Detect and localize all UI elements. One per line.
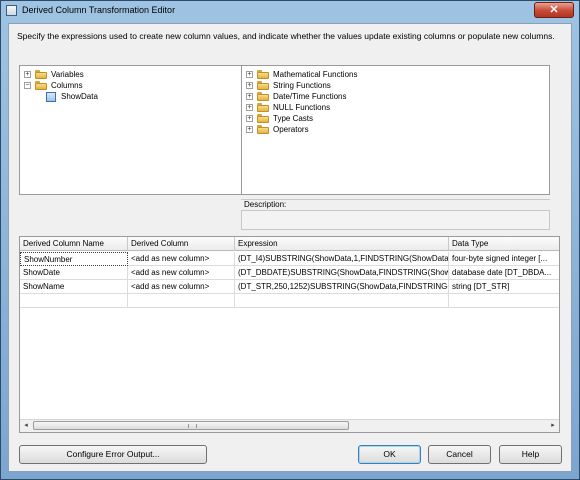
tree-item-label: Variables: [51, 70, 84, 79]
expand-icon[interactable]: +: [24, 71, 31, 78]
column-header-derived-column-name[interactable]: Derived Column Name: [20, 237, 128, 251]
folder-icon: [257, 114, 269, 123]
column-header-derived-column[interactable]: Derived Column: [128, 237, 235, 251]
derived-columns-grid[interactable]: Derived Column Name Derived Column Expre…: [19, 236, 560, 433]
empty-new-row-cell[interactable]: [449, 294, 559, 308]
tree-item-label: ShowData: [61, 92, 98, 101]
expand-icon[interactable]: +: [246, 115, 253, 122]
ok-button[interactable]: OK: [358, 445, 421, 464]
configure-error-output-button[interactable]: Configure Error Output...: [19, 445, 207, 464]
tree-item-label: Mathematical Functions: [273, 70, 358, 79]
folder-icon: [35, 70, 47, 79]
instructions-text: Specify the expressions used to create n…: [17, 31, 555, 41]
grip-icon: [188, 424, 197, 428]
table-cell[interactable]: ShowDate: [20, 266, 128, 280]
description-box: [241, 210, 550, 230]
scroll-right-icon[interactable]: ▸: [547, 421, 559, 431]
dialog-client-area: Specify the expressions used to create n…: [8, 23, 572, 472]
help-button[interactable]: Help: [499, 445, 562, 464]
table-cell[interactable]: <add as new column>: [128, 252, 235, 266]
empty-new-row-cell[interactable]: [20, 294, 128, 308]
scrollbar-thumb[interactable]: [33, 421, 349, 430]
empty-new-row-cell[interactable]: [128, 294, 235, 308]
window-title: Derived Column Transformation Editor: [22, 5, 176, 15]
column-icon: [46, 92, 56, 102]
folder-icon: [35, 81, 47, 90]
collapse-icon[interactable]: −: [24, 82, 31, 89]
expand-icon[interactable]: +: [246, 71, 253, 78]
folder-icon: [257, 92, 269, 101]
horizontal-scrollbar[interactable]: ◂ ▸: [20, 419, 559, 432]
tree-item-label: String Functions: [273, 81, 331, 90]
close-button[interactable]: ✕: [534, 2, 574, 18]
folder-icon: [257, 70, 269, 79]
table-cell[interactable]: ShowName: [20, 280, 128, 294]
table-cell[interactable]: ShowNumber: [20, 252, 128, 266]
expand-icon[interactable]: +: [246, 104, 253, 111]
title-bar[interactable]: Derived Column Transformation Editor ✕: [1, 1, 579, 21]
functions-tree[interactable]: + Mathematical Functions + String Functi…: [241, 65, 550, 195]
tree-item-label: Columns: [51, 81, 83, 90]
tree-item-label: Date/Time Functions: [273, 92, 347, 101]
table-cell[interactable]: (DT_DBDATE)SUBSTRING(ShowData,FINDSTRING…: [235, 266, 449, 280]
table-cell[interactable]: <add as new column>: [128, 266, 235, 280]
folder-icon: [257, 125, 269, 134]
expand-icon[interactable]: +: [246, 126, 253, 133]
tree-item-label: Type Casts: [273, 114, 314, 123]
editor-window: Derived Column Transformation Editor ✕ S…: [0, 0, 580, 480]
column-header-data-type[interactable]: Data Type: [449, 237, 559, 251]
expand-icon[interactable]: +: [246, 93, 253, 100]
column-header-expression[interactable]: Expression: [235, 237, 449, 251]
description-label: Description:: [244, 200, 287, 209]
window-icon: [6, 5, 17, 16]
table-cell[interactable]: (DT_I4)SUBSTRING(ShowData,1,FINDSTRING(S…: [235, 252, 449, 266]
empty-new-row-cell[interactable]: [235, 294, 449, 308]
table-cell[interactable]: (DT_STR,250,1252)SUBSTRING(ShowData,FIND…: [235, 280, 449, 294]
tree-item-label: NULL Functions: [273, 103, 331, 112]
cancel-button[interactable]: Cancel: [428, 445, 491, 464]
table-cell[interactable]: database date [DT_DBDA...: [449, 266, 559, 280]
table-cell[interactable]: <add as new column>: [128, 280, 235, 294]
table-cell[interactable]: four-byte signed integer [...: [449, 252, 559, 266]
folder-icon: [257, 103, 269, 112]
scroll-left-icon[interactable]: ◂: [20, 421, 32, 431]
expand-icon[interactable]: +: [246, 82, 253, 89]
tree-item-label: Operators: [273, 125, 309, 134]
table-cell[interactable]: string [DT_STR]: [449, 280, 559, 294]
folder-icon: [257, 81, 269, 90]
description-header: Description:: [241, 199, 550, 210]
variables-columns-tree[interactable]: + Variables − Columns ShowData: [19, 65, 255, 195]
